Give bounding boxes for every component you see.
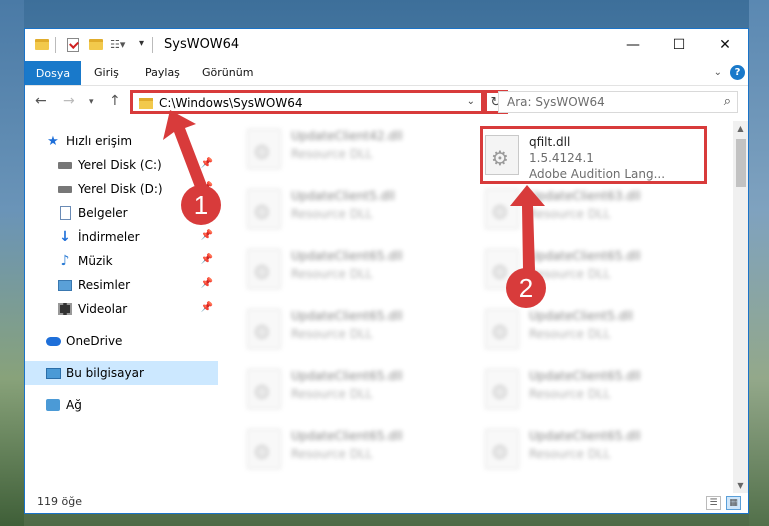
arrow-2-icon xyxy=(510,185,545,270)
arrow-1-icon xyxy=(163,110,208,190)
annotation-badge-2: 2 xyxy=(506,268,546,308)
annotation-badge-1: 1 xyxy=(181,185,221,225)
annotation-arrows xyxy=(163,110,545,270)
